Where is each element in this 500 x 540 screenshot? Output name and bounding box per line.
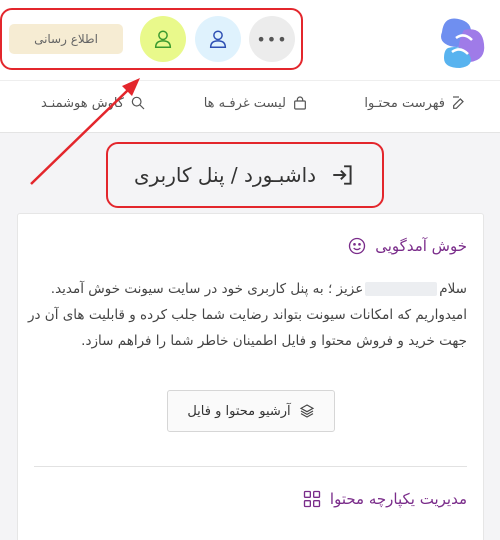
more-button[interactable]: •••: [249, 16, 295, 62]
main-nav: فهرست محتـوا لیست غرفـه ها کاوش هوشمنـد: [0, 80, 500, 133]
welcome-line-1: عزیز ؛ به پنل کاربری خود در سایت سیونت خ…: [50, 281, 364, 297]
welcome-line-2: امیدواریم که امکانات سیونت بتواند رضایت …: [27, 307, 467, 349]
notify-button-label: اطلاع رسانی: [34, 32, 98, 46]
welcome-card: خوش آمدگویی سلام عزیز ؛ به پنل کاربری خود…: [17, 213, 484, 540]
search-icon: [131, 96, 145, 110]
edit-icon: [453, 96, 464, 109]
nav-item-label: کاوش هوشمنـد: [41, 95, 124, 111]
sign-in-icon: [333, 165, 352, 185]
welcome-greeting: سلام: [439, 281, 467, 297]
archive-button[interactable]: آرشیو محتوا و فایل: [167, 390, 335, 432]
layers-icon: [299, 404, 314, 418]
integrated-section-title: مدیریت یکپارچه محتوا: [302, 489, 467, 509]
user-icon: [154, 30, 172, 48]
nav-item-smart-search[interactable]: کاوش هوشمنـد: [41, 95, 146, 111]
cut-off-text: [27, 532, 467, 540]
username-redacted: [365, 282, 438, 296]
smile-icon: [349, 237, 366, 255]
nav-item-label: لیست غرفـه ها: [203, 95, 286, 111]
grid-icon: [303, 490, 321, 508]
integrated-title-text: مدیریت یکپارچه محتوا: [329, 490, 467, 508]
site-logo[interactable]: [434, 12, 488, 70]
more-icon: •••: [256, 29, 288, 49]
page-title: داشبـورد / پنل کاربری: [133, 163, 317, 187]
account-button[interactable]: [195, 16, 241, 62]
archive-button-label: آرشیو محتوا و فایل: [187, 403, 291, 419]
shopping-bag-icon: [294, 96, 306, 110]
user-profile-button[interactable]: [140, 16, 186, 62]
top-bar: اطلاع رسانی •••: [0, 0, 500, 80]
welcome-section-title: خوش آمدگویی: [347, 236, 467, 256]
nav-item-booths-list[interactable]: لیست غرفـه ها: [204, 95, 308, 111]
section-divider: [34, 466, 467, 467]
welcome-title-text: خوش آمدگویی: [375, 237, 467, 255]
nav-item-content-list[interactable]: فهرست محتـوا: [364, 95, 467, 111]
nav-item-label: فهرست محتـوا: [364, 95, 445, 111]
notify-button[interactable]: اطلاع رسانی: [9, 24, 123, 54]
page-title-area: داشبـورد / پنل کاربری: [106, 142, 384, 208]
welcome-message: سلام عزیز ؛ به پنل کاربری خود در سایت سیو…: [27, 276, 467, 354]
user-icon: [209, 30, 227, 48]
